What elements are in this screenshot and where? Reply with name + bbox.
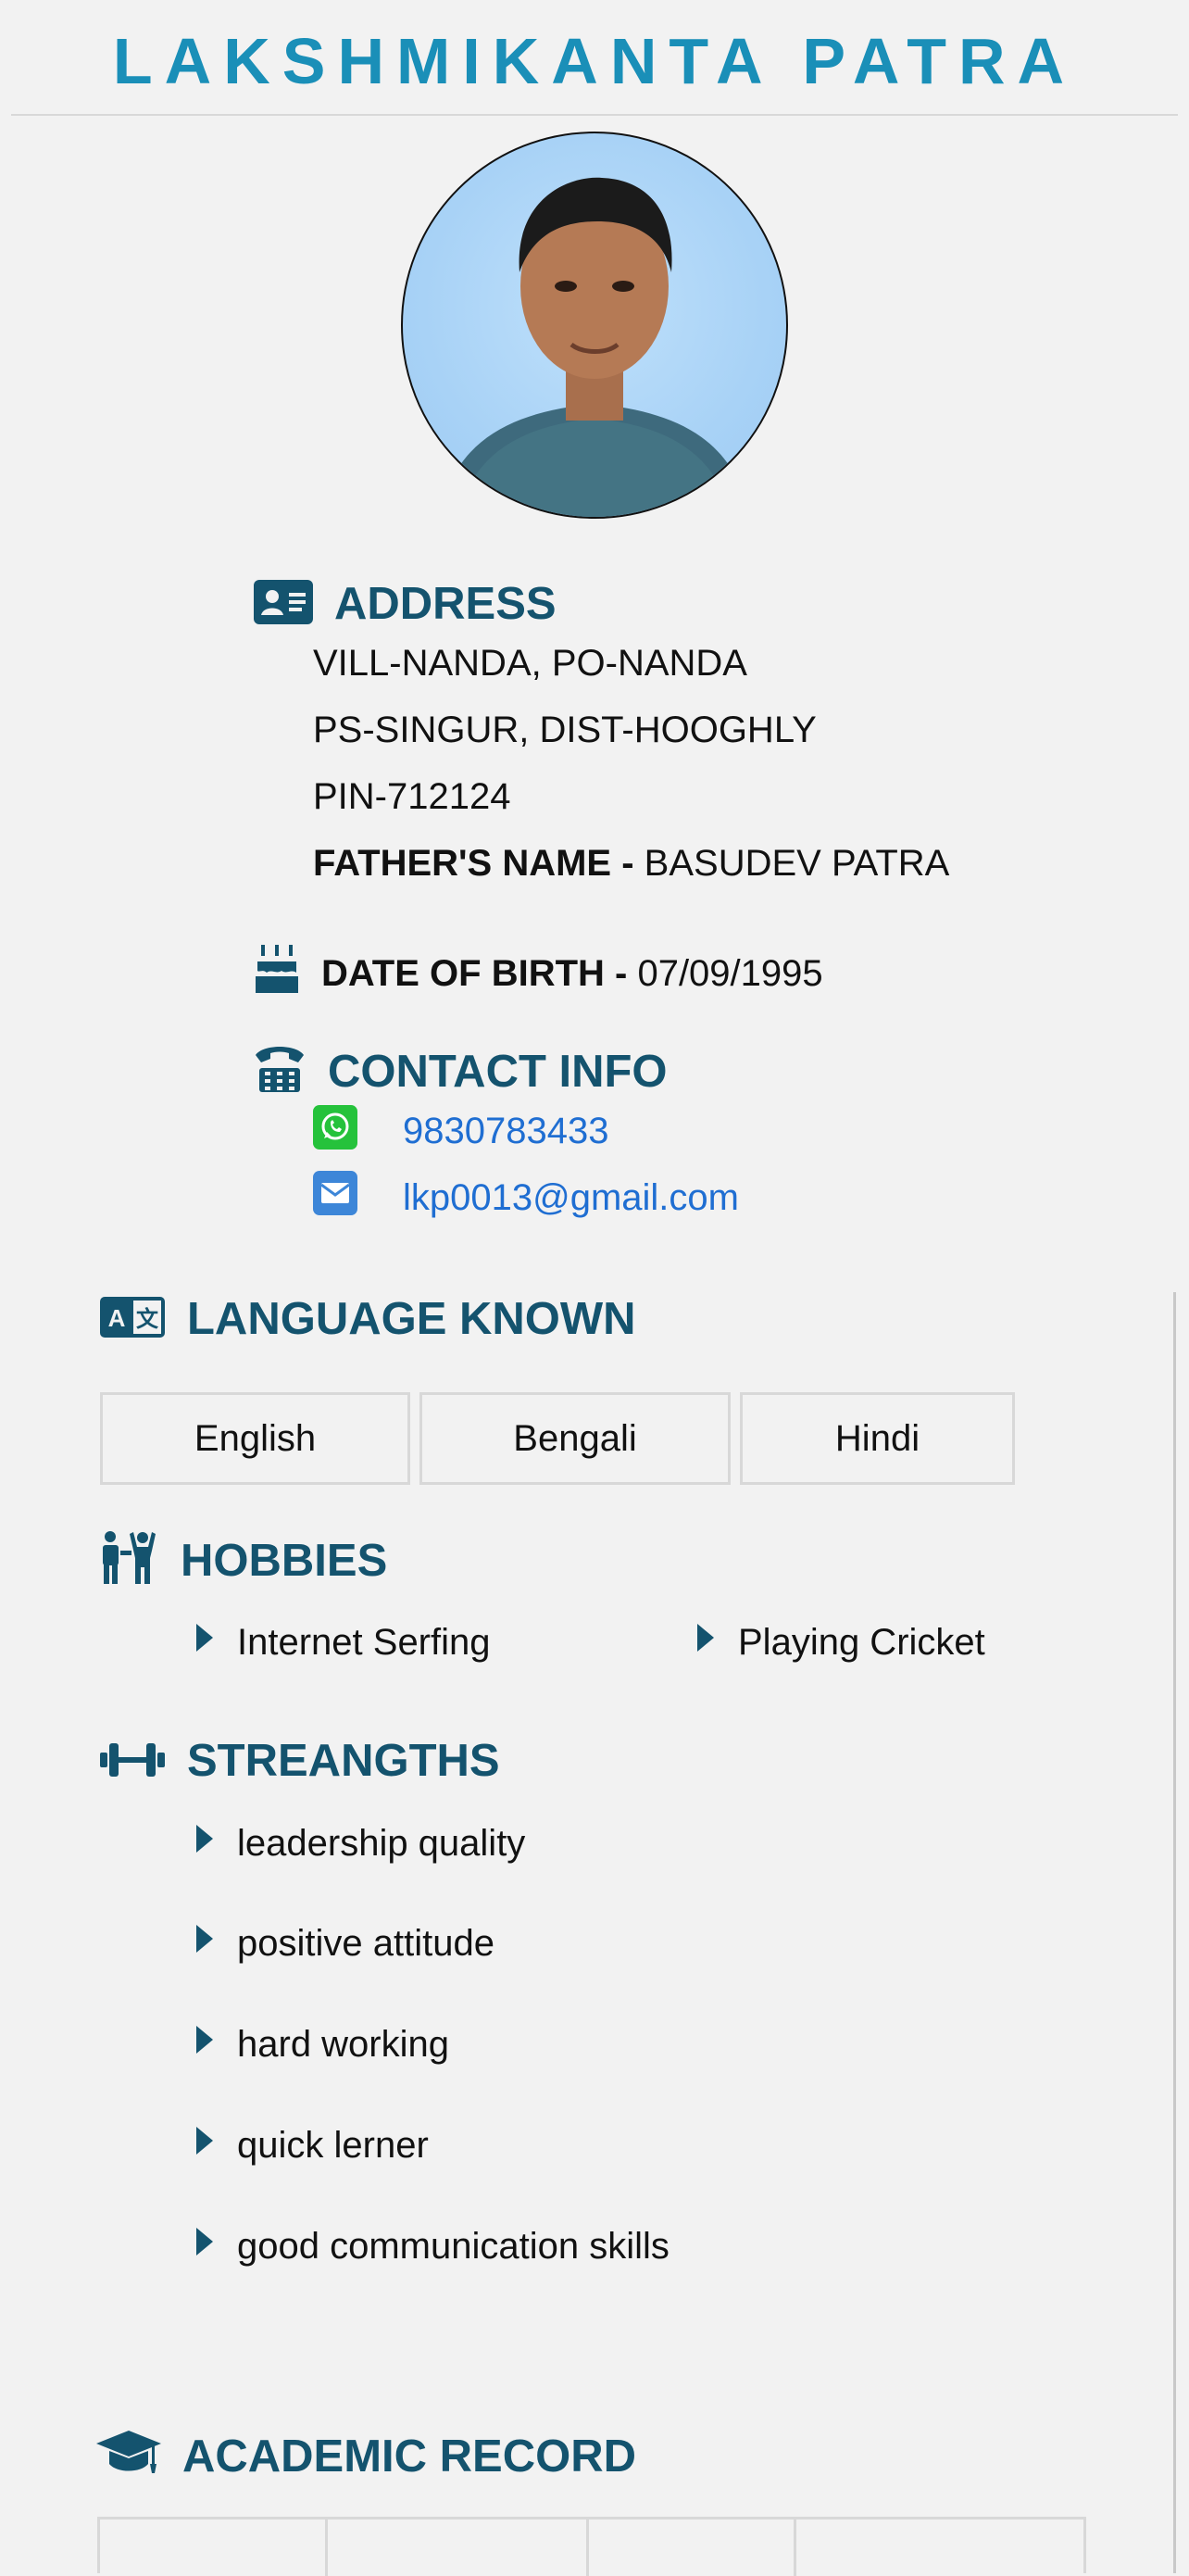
email-link[interactable]: lkp0013@gmail.com [403, 1174, 739, 1222]
father-name-value: BASUDEV PATRA [644, 843, 950, 884]
phone-link[interactable]: 9830783433 [403, 1107, 608, 1155]
strength-bullet-icon [196, 2127, 213, 2155]
hobbies-icon [103, 1531, 156, 1584]
whatsapp-icon [313, 1105, 357, 1150]
hobby-item: Playing Cricket [738, 1622, 985, 1663]
strength-bullet-icon [196, 2026, 213, 2054]
strength-bullet-icon [196, 2228, 213, 2256]
strengths-heading: STREANGTHS [187, 1736, 500, 1786]
svg-text:文: 文 [136, 1306, 159, 1332]
hobby-item: Internet Serfing [237, 1622, 491, 1663]
dob-value: 07/09/1995 [637, 953, 823, 994]
mail-icon [313, 1171, 357, 1215]
date-of-birth: DATE OF BIRTH - 07/09/1995 [321, 949, 823, 998]
address-line-2: PS-SINGUR, DIST-HOOGHLY [313, 710, 817, 750]
language-heading: LANGUAGE KNOWN [187, 1294, 636, 1344]
address-line-3: PIN-712124 [313, 776, 511, 817]
page-title: LAKSHMIKANTA PATRA [112, 25, 1077, 97]
language-english: English [100, 1392, 410, 1485]
strength-item: leadership quality [237, 1823, 526, 1864]
language-bengali: Bengali [419, 1392, 731, 1485]
academic-table [97, 2517, 1086, 2576]
father-name-label: FATHER'S NAME - [313, 843, 645, 884]
language-icon: A 文 [100, 1297, 165, 1338]
table-column-divider [325, 2519, 328, 2576]
dob-label: DATE OF BIRTH - [321, 953, 638, 994]
contact-heading: CONTACT INFO [328, 1047, 668, 1097]
hobby-bullet-icon [697, 1624, 714, 1652]
address-heading: ADDRESS [334, 579, 557, 629]
strength-bullet-icon [196, 1825, 213, 1853]
table-column-divider [586, 2519, 589, 2576]
svg-text:A: A [108, 1304, 126, 1332]
strength-item: good communication skills [237, 2226, 670, 2267]
hobbies-heading: HOBBIES [181, 1536, 388, 1586]
table-column-divider [794, 2519, 796, 2576]
strength-item: quick lerner [237, 2125, 429, 2166]
academic-heading: ACADEMIC RECORD [182, 2431, 636, 2482]
birthday-cake-icon [256, 945, 298, 993]
person-silhouette-icon [440, 177, 749, 517]
scrollbar[interactable] [1173, 1292, 1176, 2573]
dumbbell-icon [100, 1743, 165, 1777]
graduation-cap-icon [96, 2431, 161, 2473]
strength-bullet-icon [196, 1925, 213, 1953]
address-line-1: VILL-NANDA, PO-NANDA [313, 643, 747, 684]
title-divider [11, 114, 1178, 116]
father-name: FATHER'S NAME - BASUDEV PATRA [313, 839, 949, 887]
id-card-icon [254, 580, 313, 624]
profile-photo [401, 132, 788, 519]
language-hindi: Hindi [740, 1392, 1015, 1485]
telephone-icon [256, 1047, 304, 1092]
strength-item: positive attitude [237, 1923, 494, 1964]
hobby-bullet-icon [196, 1624, 213, 1652]
strength-item: hard working [237, 2024, 450, 2065]
